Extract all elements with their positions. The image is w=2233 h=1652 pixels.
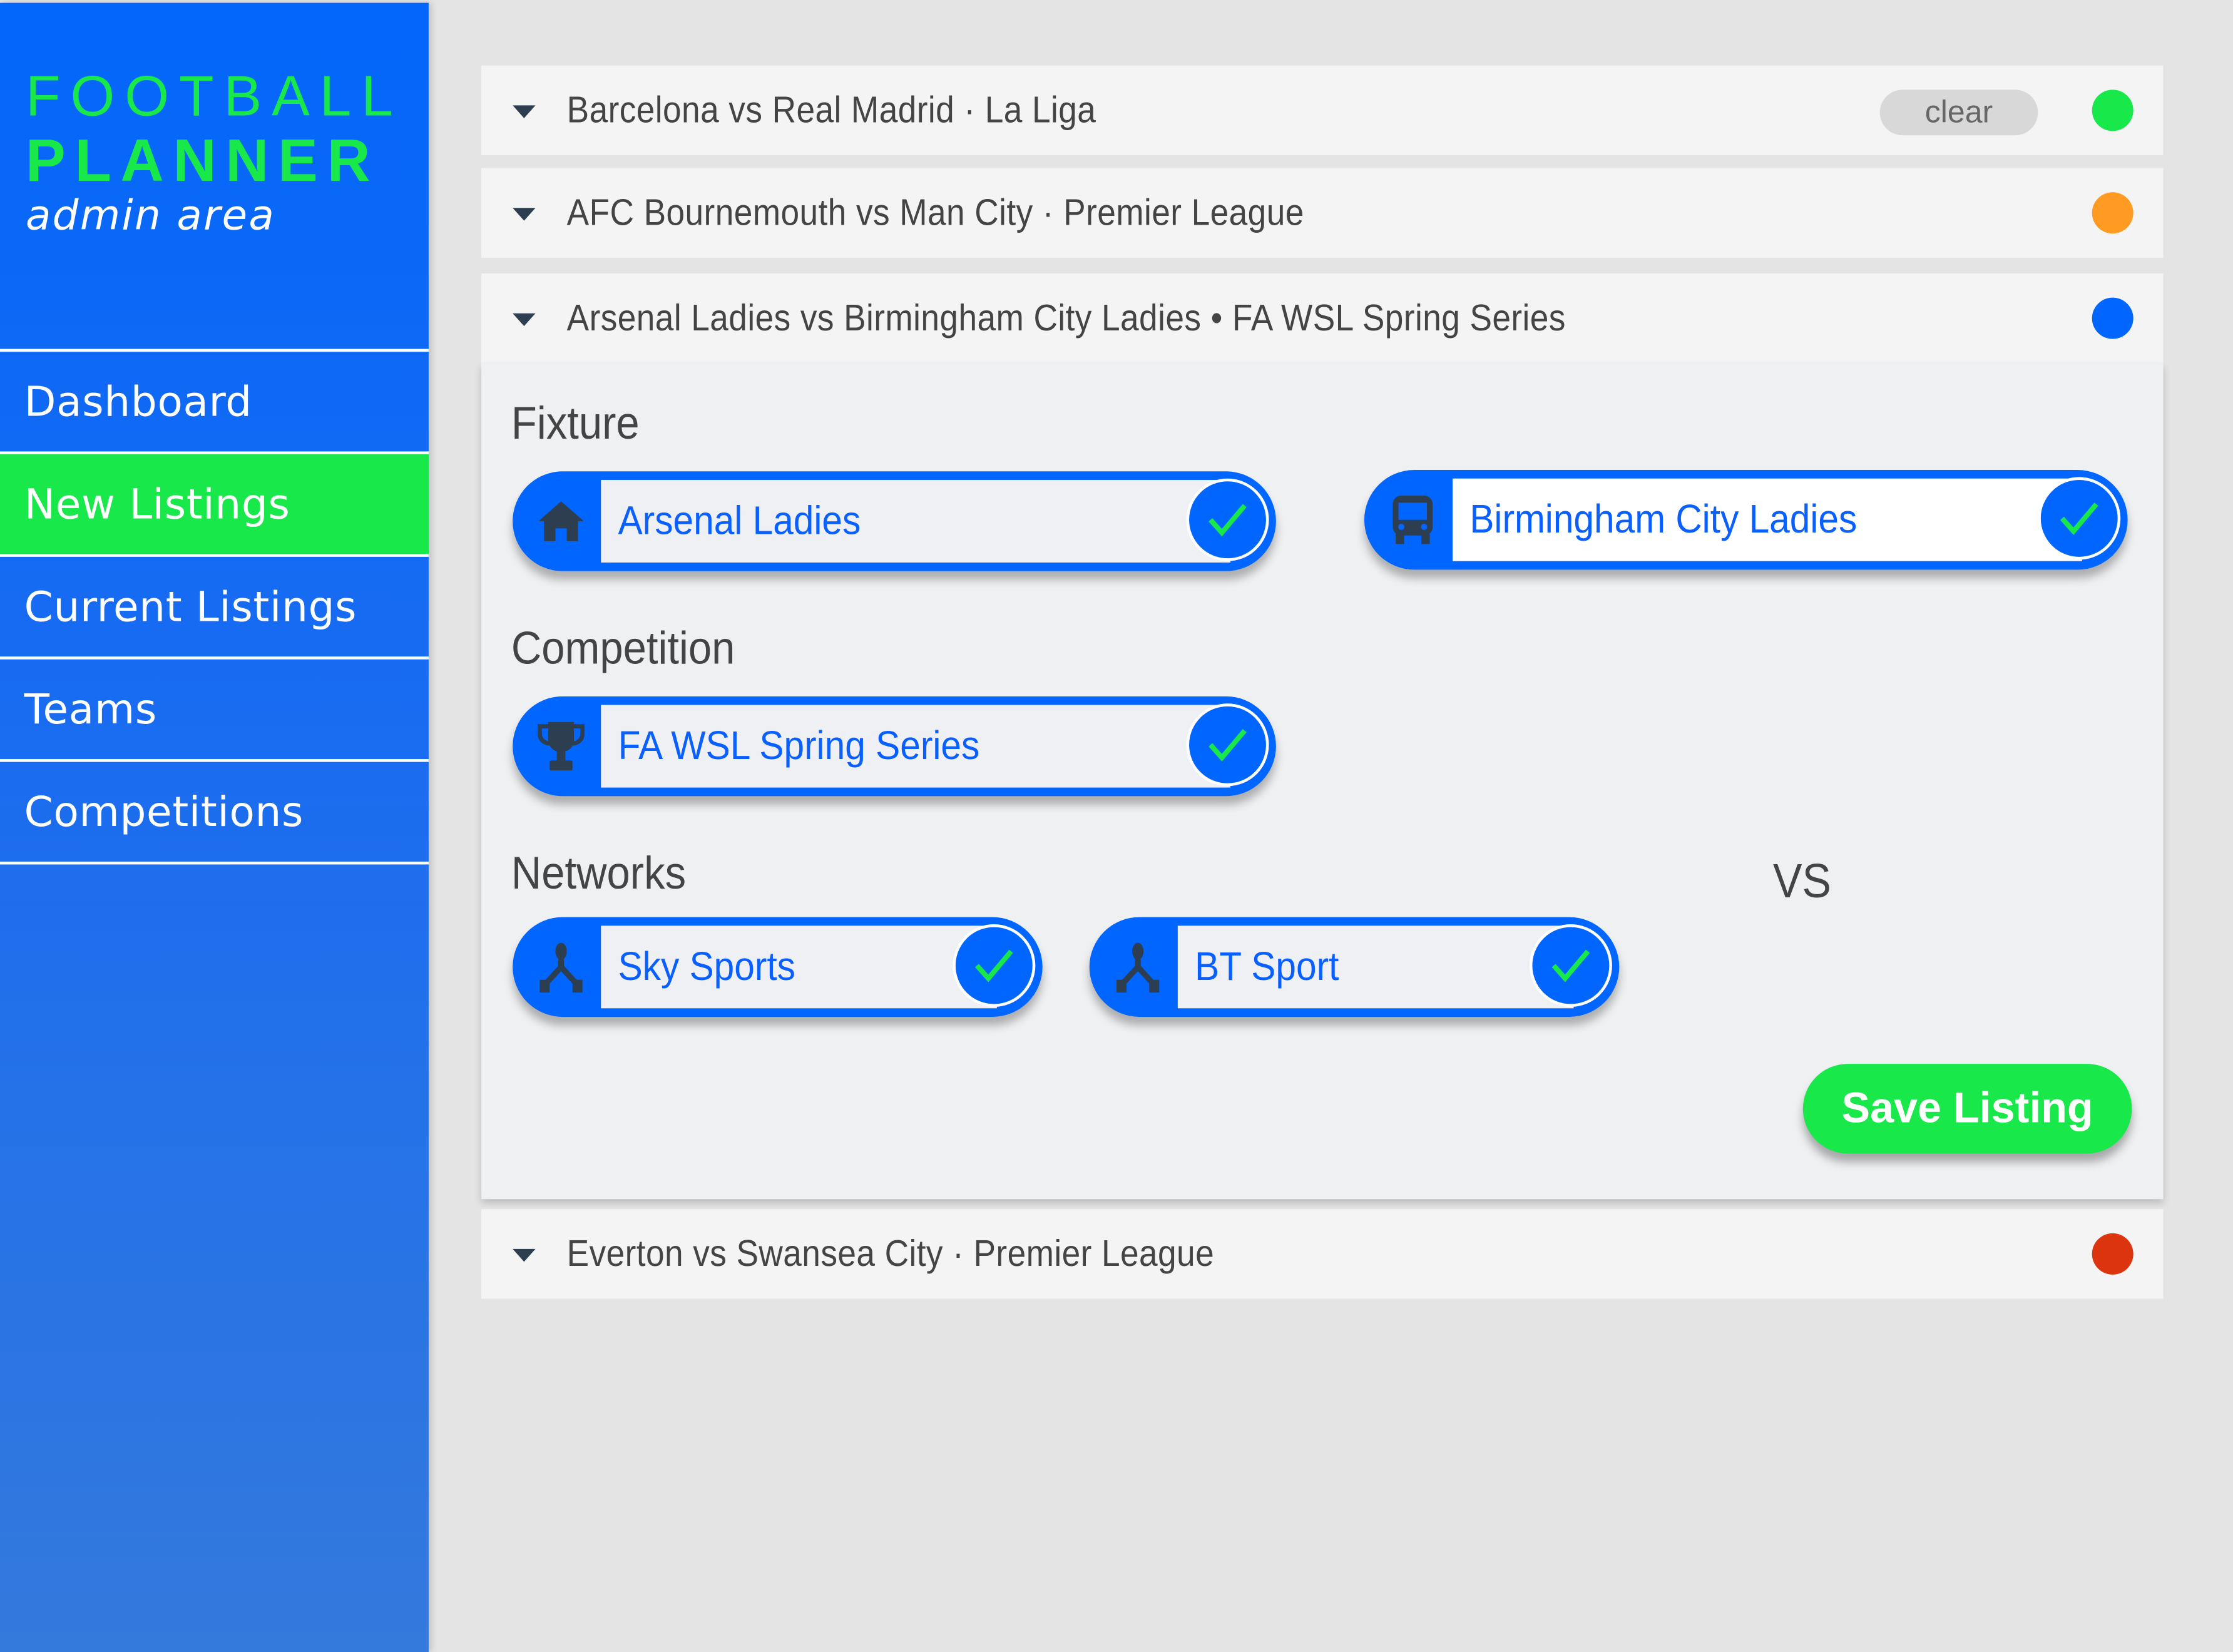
vs-label: VS — [1773, 854, 1831, 909]
away-team-field[interactable]: Birmingham City Ladies — [1453, 478, 2082, 561]
network-selector-sky-sports[interactable]: Sky Sports — [513, 917, 1043, 1017]
away-team-selector[interactable]: Birmingham City Ladies — [1364, 470, 2128, 570]
home-team-field[interactable]: Arsenal Ladies — [601, 479, 1231, 563]
sidebar-item-current-listings[interactable]: Current Listings — [0, 554, 429, 656]
listing-row[interactable]: Everton vs Swansea City · Premier League — [481, 1209, 2164, 1299]
check-icon[interactable] — [1186, 703, 1269, 787]
home-team-selector[interactable]: Arsenal Ladies — [513, 471, 1276, 571]
check-icon[interactable] — [2038, 477, 2121, 560]
save-listing-button[interactable]: Save Listing — [1802, 1064, 2132, 1154]
sidebar-item-teams[interactable]: Teams — [0, 656, 429, 759]
competition-label: Competition — [511, 622, 735, 674]
listing-row[interactable]: Barcelona vs Real Madrid · La Liga clear — [481, 65, 2164, 156]
caret-down-icon[interactable] — [513, 208, 536, 221]
network-field[interactable]: Sky Sports — [601, 925, 997, 1009]
listing-title: Arsenal Ladies vs Birmingham City Ladies… — [566, 296, 1566, 339]
listing-title: AFC Bournemouth vs Man City · Premier Le… — [566, 190, 1304, 234]
networks-label: Networks — [511, 847, 687, 899]
status-dot — [2092, 89, 2133, 131]
listing-title: Barcelona vs Real Madrid · La Liga — [566, 88, 1096, 131]
listing-row[interactable]: AFC Bournemouth vs Man City · Premier Le… — [481, 168, 2164, 258]
logo: FOOTBALL PLANNER admin area — [26, 66, 403, 242]
sidebar-item-new-listings[interactable]: New Listings — [0, 451, 429, 554]
competition-field[interactable]: FA WSL Spring Series — [601, 705, 1231, 788]
bus-icon — [1384, 494, 1441, 546]
status-dot — [2092, 1233, 2133, 1275]
network-field[interactable]: BT Sport — [1177, 925, 1574, 1009]
clear-button[interactable]: clear — [1879, 89, 2038, 136]
listing-row-expanded[interactable]: Arsenal Ladies vs Birmingham City Ladies… — [481, 273, 2164, 364]
logo-subtitle: admin area — [25, 190, 276, 240]
network-icon — [1110, 941, 1167, 993]
network-selector-bt-sport[interactable]: BT Sport — [1089, 917, 1620, 1017]
check-icon[interactable] — [1186, 478, 1269, 561]
network-icon — [533, 941, 590, 993]
caret-down-icon[interactable] — [513, 105, 536, 118]
caret-down-icon[interactable] — [513, 313, 536, 327]
home-team-value: Arsenal Ladies — [618, 498, 861, 543]
sidebar-item-competitions[interactable]: Competitions — [0, 759, 429, 865]
network-value: Sky Sports — [618, 944, 796, 989]
listing-title: Everton vs Swansea City · Premier League — [566, 1231, 1215, 1275]
home-icon — [533, 496, 590, 547]
network-value: BT Sport — [1195, 944, 1339, 989]
status-dot — [2092, 297, 2133, 339]
competition-value: FA WSL Spring Series — [618, 723, 980, 768]
status-dot — [2092, 192, 2133, 234]
caret-down-icon[interactable] — [513, 1248, 536, 1262]
competition-selector[interactable]: FA WSL Spring Series — [513, 696, 1276, 797]
away-team-value: Birmingham City Ladies — [1469, 497, 1857, 541]
trophy-icon — [533, 721, 590, 772]
check-icon[interactable] — [953, 924, 1036, 1007]
logo-title-planner: PLANNER — [25, 126, 380, 194]
check-icon[interactable] — [1529, 924, 1612, 1007]
fixture-label: Fixture — [511, 397, 640, 449]
sidebar-item-dashboard[interactable]: Dashboard — [0, 349, 429, 452]
logo-title-football: FOOTBALL — [25, 65, 403, 128]
sidebar-nav: Dashboard New Listings Current Listings … — [0, 349, 429, 865]
sidebar: FOOTBALL PLANNER admin area Dashboard Ne… — [0, 3, 429, 1652]
